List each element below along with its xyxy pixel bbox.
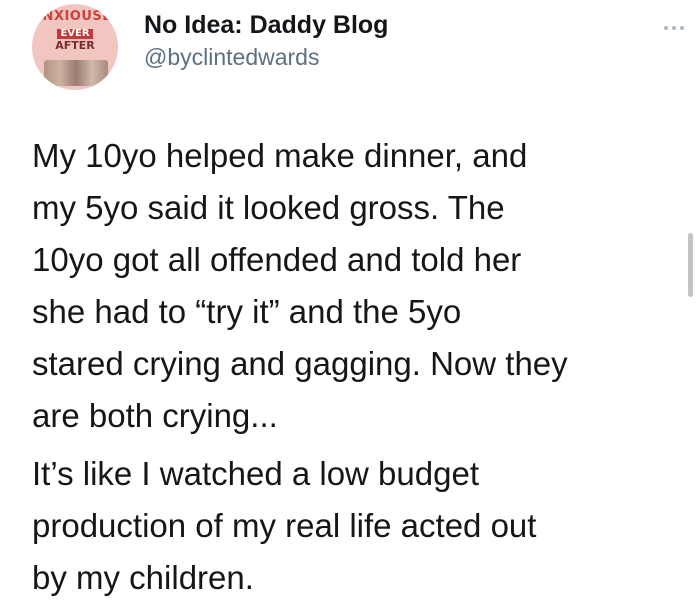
tweet-header: ANXIOUSLY EVER AFTER No Idea: Daddy Blog… bbox=[32, 4, 684, 90]
avatar-logo-line2: EVER bbox=[57, 29, 93, 39]
tweet-paragraph: It’s like I watched a low budget product… bbox=[32, 455, 537, 596]
avatar-logo: ANXIOUSLY EVER AFTER bbox=[32, 10, 118, 51]
tweet-paragraph: My 10yo helped make dinner, and my 5yo s… bbox=[32, 137, 568, 434]
avatar-logo-line1: ANXIOUSLY bbox=[32, 9, 118, 24]
author-handle[interactable]: @byclintedwards bbox=[144, 42, 388, 72]
author-display-name[interactable]: No Idea: Daddy Blog bbox=[144, 10, 388, 40]
scrollbar-thumb[interactable] bbox=[688, 233, 693, 297]
avatar-logo-line3: AFTER bbox=[55, 39, 95, 52]
tweet-text: My 10yo helped make dinner, and my 5yo s… bbox=[32, 130, 672, 604]
avatar[interactable]: ANXIOUSLY EVER AFTER bbox=[32, 4, 118, 90]
more-dots-icon[interactable] bbox=[650, 8, 698, 48]
tweet-card: ANXIOUSLY EVER AFTER No Idea: Daddy Blog… bbox=[0, 0, 700, 611]
author-names: No Idea: Daddy Blog @byclintedwards bbox=[144, 10, 388, 72]
avatar-photo-strip bbox=[44, 60, 108, 86]
